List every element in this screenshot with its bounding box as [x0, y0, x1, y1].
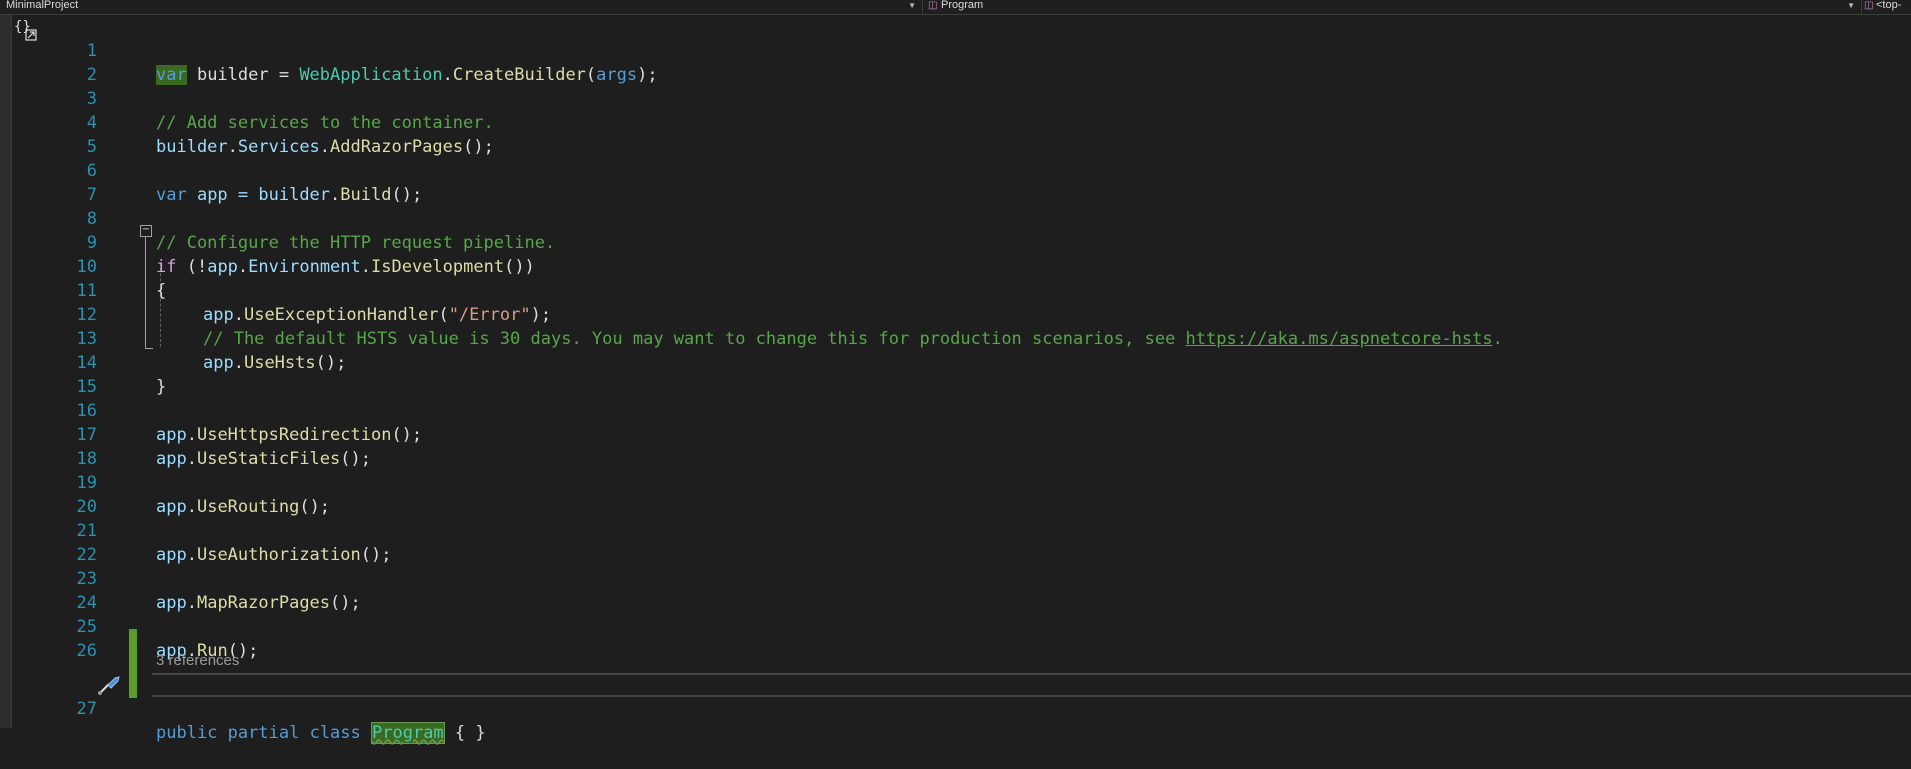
keyword-token: partial: [227, 723, 300, 743]
navigation-bar: MinimalProject ▼ ◫ Program ▼ ◫ <top-: [0, 0, 1911, 15]
code-line[interactable]: 27 public partial class Program { }: [0, 673, 1911, 744]
punct-token: { }: [454, 723, 486, 743]
code-line[interactable]: 24: [0, 567, 1911, 613]
code-text[interactable]: public partial class Program { }: [156, 721, 486, 745]
code-line[interactable]: 18: [0, 423, 1911, 469]
code-line[interactable]: 12 // The default HSTS value is 30 days.…: [0, 279, 1911, 349]
class-name: Program: [941, 0, 984, 11]
member-icon: ◫: [1864, 0, 1874, 11]
code-line[interactable]: 1 var builder = WebApplication.CreateBui…: [0, 15, 1911, 85]
code-line[interactable]: 8 // Configure the HTTP request pipeline…: [0, 183, 1911, 253]
class-icon: ◫: [928, 0, 938, 11]
line-number: 26: [76, 641, 97, 661]
dropdown-arrow-icon: ▼: [908, 1, 916, 10]
code-line[interactable]: 3 // Add services to the container.: [0, 63, 1911, 133]
keyword-token: class: [309, 723, 361, 743]
code-line[interactable]: 9 if (!app.Environment.IsDevelopment()): [0, 207, 1911, 277]
code-line[interactable]: 7: [0, 159, 1911, 205]
code-editor[interactable]: {} − 1 var builder = WebApplication.Crea…: [0, 15, 1911, 744]
project-name: MinimalProject: [6, 0, 79, 11]
code-line[interactable]: 17 app.UseStaticFiles();: [0, 399, 1911, 469]
code-line[interactable]: 16 app.UseHttpsRedirection();: [0, 375, 1911, 445]
member-name: <top-: [1876, 0, 1902, 11]
keyword-token: public: [156, 723, 218, 743]
code-line[interactable]: 6 var app = builder.Build();: [0, 135, 1911, 205]
references-codelens[interactable]: 3 references: [156, 651, 239, 671]
code-line[interactable]: 15: [0, 351, 1911, 397]
member-dropdown[interactable]: ◫ <top-: [1862, 0, 1911, 14]
code-line[interactable]: 5: [0, 111, 1911, 157]
code-line[interactable]: 20: [0, 471, 1911, 517]
code-line[interactable]: 13 app.UseHsts();: [0, 303, 1911, 373]
code-line[interactable]: 26: [0, 615, 1911, 661]
dropdown-arrow-icon: ▼: [1847, 1, 1855, 10]
code-line[interactable]: 23 app.MapRazorPages();: [0, 543, 1911, 613]
code-line[interactable]: 21 app.UseAuthorization();: [0, 495, 1911, 565]
code-line[interactable]: 11 app.UseExceptionHandler("/Error");: [0, 255, 1911, 325]
code-line[interactable]: 2: [0, 39, 1911, 85]
code-line[interactable]: 19 app.UseRouting();: [0, 447, 1911, 517]
code-line[interactable]: 25 app.Run();: [0, 591, 1911, 661]
code-line[interactable]: 14 }: [0, 327, 1911, 397]
class-name-token[interactable]: Program: [371, 722, 445, 744]
class-dropdown[interactable]: ◫ Program ▼: [923, 0, 1862, 14]
line-number: 27: [76, 699, 97, 719]
project-dropdown[interactable]: MinimalProject ▼: [0, 0, 923, 14]
code-line[interactable]: 10 {: [0, 231, 1911, 301]
code-line[interactable]: 4 builder.Services.AddRazorPages();: [0, 87, 1911, 157]
code-line[interactable]: 22: [0, 519, 1911, 565]
